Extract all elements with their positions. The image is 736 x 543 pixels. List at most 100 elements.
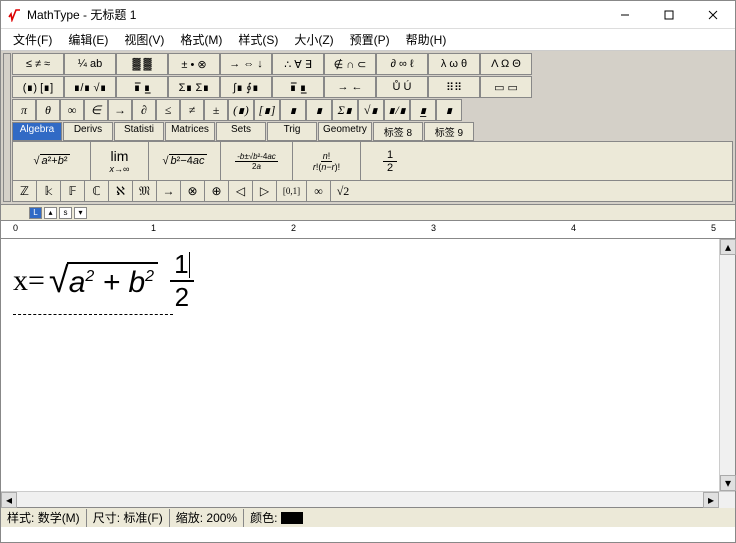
scroll-right-button[interactable]: ▸ bbox=[703, 492, 719, 508]
template-quadratic[interactable]: -b±√b²-4ac2a bbox=[221, 142, 293, 180]
ruler[interactable]: 0 1 2 3 4 5 bbox=[1, 221, 735, 239]
palette-boxes[interactable]: ▭ ▭ bbox=[480, 76, 532, 98]
scroll-down-button[interactable]: ▾ bbox=[720, 475, 736, 491]
palette-fences[interactable]: (∎) [∎] bbox=[12, 76, 64, 98]
sym-in[interactable]: ∈ bbox=[84, 99, 108, 121]
status-color[interactable]: 颜色: bbox=[244, 509, 309, 527]
menu-size[interactable]: 大小(Z) bbox=[286, 29, 341, 50]
palette-operators[interactable]: ± • ⊗ bbox=[168, 53, 220, 75]
tpl-sup[interactable]: ∎ bbox=[306, 99, 332, 121]
sym-partial[interactable]: ∂ bbox=[132, 99, 156, 121]
tpl-sqrt[interactable]: √∎ bbox=[358, 99, 384, 121]
status-size[interactable]: 尺寸: 标准(F) bbox=[87, 509, 170, 527]
template-lim[interactable]: limx→∞ bbox=[91, 142, 149, 180]
palette-spaces[interactable]: ¼ ab bbox=[64, 53, 116, 75]
sym-interval[interactable]: [0,1] bbox=[277, 181, 307, 201]
maximize-button[interactable] bbox=[647, 1, 691, 29]
sym-tri-l[interactable]: ◁ bbox=[229, 181, 253, 201]
sym-sqrt2[interactable]: √2 bbox=[331, 181, 355, 201]
sym-infty[interactable]: ∞ bbox=[60, 99, 84, 121]
sym-pi[interactable]: π bbox=[12, 99, 36, 121]
tpl-box[interactable]: ∎ bbox=[436, 99, 462, 121]
grip-icon[interactable] bbox=[3, 53, 11, 202]
sym-rarrow[interactable]: → bbox=[157, 181, 181, 201]
tab-9[interactable]: 标签 9 bbox=[424, 122, 474, 141]
sym-theta[interactable]: θ bbox=[36, 99, 60, 121]
palette-overbar[interactable]: ∎̅ ∎̲ bbox=[272, 76, 324, 98]
status-zoom[interactable]: 缩放: 200% bbox=[170, 509, 244, 527]
horizontal-scrollbar[interactable]: ◂ ▸ bbox=[1, 492, 719, 507]
scroll-track[interactable] bbox=[720, 255, 735, 475]
palette-sums[interactable]: Σ∎ Σ∎ bbox=[168, 76, 220, 98]
palette-fractions[interactable]: ∎/∎ √∎ bbox=[64, 76, 116, 98]
menu-style[interactable]: 样式(S) bbox=[230, 29, 286, 50]
tab-geometry[interactable]: Geometry bbox=[318, 122, 372, 141]
palette-labeled-arrows[interactable]: → ← bbox=[324, 76, 376, 98]
status-style[interactable]: 样式: 数学(M) bbox=[1, 509, 87, 527]
palette-misc[interactable]: ∂ ∞ ℓ bbox=[376, 53, 428, 75]
sym-tri-r[interactable]: ▷ bbox=[253, 181, 277, 201]
palette-arrows[interactable]: → ⇔ ↓ bbox=[220, 53, 272, 75]
sym-k[interactable]: 𝕜 bbox=[37, 181, 61, 201]
sym-pm[interactable]: ± bbox=[204, 99, 228, 121]
tpl-paren[interactable]: (∎) bbox=[228, 99, 254, 121]
palette-integrals[interactable]: ∫∎ ∮∎ bbox=[220, 76, 272, 98]
tab-8[interactable]: 标签 8 bbox=[373, 122, 423, 141]
tpl-underline[interactable]: ∎̲ bbox=[410, 99, 436, 121]
sym-otimes[interactable]: ⊗ bbox=[181, 181, 205, 201]
menu-view[interactable]: 视图(V) bbox=[116, 29, 172, 50]
sym-neq[interactable]: ≠ bbox=[180, 99, 204, 121]
tab-sets[interactable]: Sets bbox=[216, 122, 266, 141]
palette-greek-lower[interactable]: λ ω θ bbox=[428, 53, 480, 75]
palette-logical[interactable]: ∴ ∀ ∃ bbox=[272, 53, 324, 75]
category-tabs: Algebra Derivs Statisti Matrices Sets Tr… bbox=[12, 122, 733, 141]
sym-Z[interactable]: ℤ bbox=[13, 181, 37, 201]
palette-set[interactable]: ∉ ∩ ⊂ bbox=[324, 53, 376, 75]
sym-F[interactable]: 𝔽 bbox=[61, 181, 85, 201]
size-small-button[interactable]: s bbox=[59, 207, 72, 219]
sym-M[interactable]: 𝔐 bbox=[133, 181, 157, 201]
sym-infty2[interactable]: ∞ bbox=[307, 181, 331, 201]
tab-trig[interactable]: Trig bbox=[267, 122, 317, 141]
palette-relational[interactable]: ≤ ≠ ≈ bbox=[12, 53, 64, 75]
scroll-up-button[interactable]: ▴ bbox=[720, 239, 736, 255]
palette-products[interactable]: Ů Ú bbox=[376, 76, 428, 98]
menu-file[interactable]: 文件(F) bbox=[5, 29, 60, 50]
template-permutation[interactable]: n!r!(n−r)! bbox=[293, 142, 361, 180]
close-button[interactable] bbox=[691, 1, 735, 29]
minimize-button[interactable] bbox=[603, 1, 647, 29]
palette-embellish[interactable]: ▓ ▓ bbox=[116, 53, 168, 75]
template-half[interactable]: 12 bbox=[361, 142, 419, 180]
tab-algebra[interactable]: Algebra bbox=[12, 122, 62, 141]
tpl-sub[interactable]: ∎ bbox=[280, 99, 306, 121]
hscroll-track[interactable] bbox=[17, 492, 703, 507]
vertical-scrollbar[interactable]: ▴ ▾ bbox=[719, 239, 735, 491]
sym-arrow[interactable]: → bbox=[108, 99, 132, 121]
sym-leq[interactable]: ≤ bbox=[156, 99, 180, 121]
sym-oplus[interactable]: ⊕ bbox=[205, 181, 229, 201]
hscroll-wrap: ◂ ▸ bbox=[1, 491, 735, 507]
size-up-button[interactable]: ▴ bbox=[44, 207, 57, 219]
tpl-sum[interactable]: Σ∎ bbox=[332, 99, 358, 121]
palette-subsup[interactable]: ∎̅ ∎̲ bbox=[116, 76, 168, 98]
tab-matrices[interactable]: Matrices bbox=[165, 122, 215, 141]
menu-edit[interactable]: 编辑(E) bbox=[60, 29, 116, 50]
menu-format[interactable]: 格式(M) bbox=[172, 29, 230, 50]
formula-frac: 1 2 bbox=[170, 249, 193, 313]
palette-greek-upper[interactable]: Λ Ω Θ bbox=[480, 53, 532, 75]
tpl-bracket[interactable]: [∎] bbox=[254, 99, 280, 121]
sym-aleph[interactable]: ℵ bbox=[109, 181, 133, 201]
palette-matrices[interactable]: ⠿⠿ bbox=[428, 76, 480, 98]
sym-C[interactable]: ℂ bbox=[85, 181, 109, 201]
menu-prefs[interactable]: 预置(P) bbox=[342, 29, 398, 50]
template-sqrt-ab[interactable]: √a²+b² bbox=[13, 142, 91, 180]
template-discriminant[interactable]: √b²−4ac bbox=[149, 142, 221, 180]
menu-help[interactable]: 帮助(H) bbox=[398, 29, 455, 50]
size-down-button[interactable]: ▾ bbox=[74, 207, 87, 219]
editor-canvas[interactable]: x= √ a2 + b2 1 2 bbox=[1, 239, 719, 491]
size-large-button[interactable]: L bbox=[29, 207, 42, 219]
tpl-frac[interactable]: ∎/∎ bbox=[384, 99, 410, 121]
tab-derivs[interactable]: Derivs bbox=[63, 122, 113, 141]
tab-statisti[interactable]: Statisti bbox=[114, 122, 164, 141]
scroll-left-button[interactable]: ◂ bbox=[1, 492, 17, 508]
